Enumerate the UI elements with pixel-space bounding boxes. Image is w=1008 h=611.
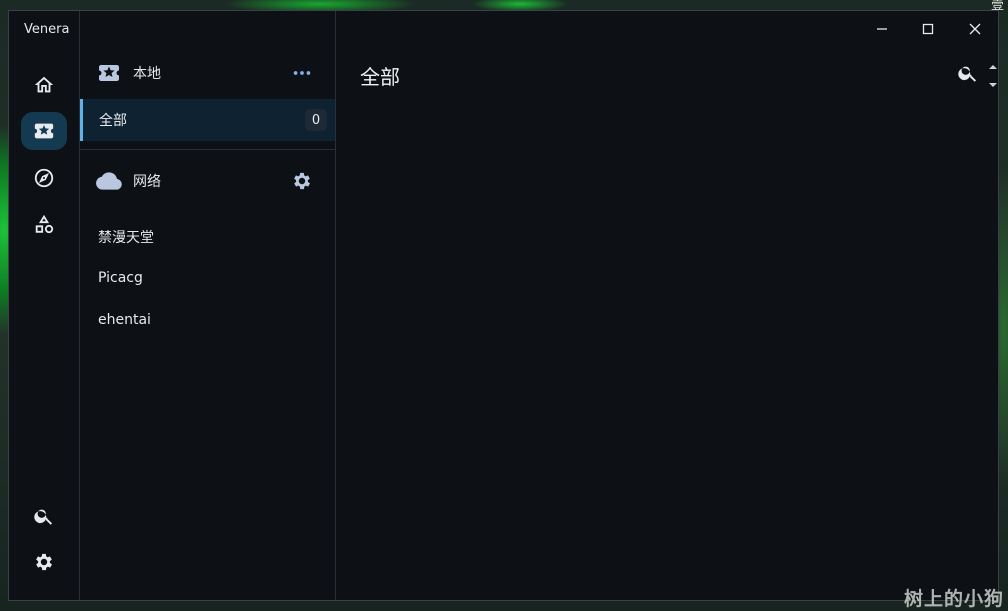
section-divider <box>80 149 335 150</box>
app-title: Venera <box>24 22 70 37</box>
folder-item-all[interactable]: 全部 0 <box>80 99 335 141</box>
cloud-icon <box>96 172 122 190</box>
close-icon <box>969 23 981 35</box>
folder-item-label: 全部 <box>99 113 127 129</box>
favorite-ticket-icon <box>34 123 54 139</box>
favorites-sidebar: 本地 全部 0 网络 禁漫天堂 Picacg ehentai <box>80 11 336 600</box>
close-button[interactable] <box>955 17 995 41</box>
page-title: 全部 <box>360 65 400 89</box>
scroll-arrows[interactable] <box>988 63 998 89</box>
main-content: 全部 <box>336 11 998 600</box>
network-settings-button[interactable] <box>289 168 315 194</box>
categories-icon <box>35 214 54 234</box>
search-icon <box>34 509 53 525</box>
local-section-header: 本地 <box>80 55 335 91</box>
app-window: Venera 本地 全部 0 网络 禁漫天堂 Picacg ehentai 全部 <box>8 10 999 601</box>
settings-gear-icon <box>294 172 310 190</box>
nav-settings-button[interactable] <box>21 543 67 581</box>
nav-home-button[interactable] <box>21 66 67 104</box>
network-cloud-icon <box>96 168 122 194</box>
nav-explore-button[interactable] <box>21 159 67 197</box>
nav-search-button[interactable] <box>21 497 67 535</box>
explore-compass-icon <box>34 168 54 188</box>
settings-gear-icon <box>36 553 52 571</box>
scroll-down-icon[interactable] <box>989 83 997 87</box>
nav-favorites-button[interactable] <box>21 112 67 150</box>
minimize-icon <box>877 28 887 30</box>
scroll-up-icon[interactable] <box>989 65 997 69</box>
network-section-header: 网络 <box>80 163 335 199</box>
navigation-rail: Venera <box>9 11 80 600</box>
network-source-item[interactable]: ehentai <box>98 312 151 328</box>
nav-categories-button[interactable] <box>21 205 67 243</box>
watermark: 树上的小狗 <box>903 588 1004 610</box>
home-icon <box>34 76 54 93</box>
network-source-item[interactable]: 禁漫天堂 <box>98 227 154 247</box>
network-section-label: 网络 <box>133 174 161 190</box>
local-section-label: 本地 <box>133 66 161 82</box>
minimize-button[interactable] <box>862 17 902 41</box>
favorite-ticket-icon <box>99 65 119 81</box>
folder-item-count: 0 <box>305 109 327 131</box>
maximize-icon <box>922 23 934 35</box>
local-favorites-icon <box>96 60 122 86</box>
more-dots-icon <box>293 71 311 75</box>
maximize-button[interactable] <box>908 17 948 41</box>
network-source-item[interactable]: Picacg <box>98 270 143 286</box>
search-icon <box>958 66 977 82</box>
main-search-button[interactable] <box>956 61 980 85</box>
local-more-button[interactable] <box>289 60 315 86</box>
